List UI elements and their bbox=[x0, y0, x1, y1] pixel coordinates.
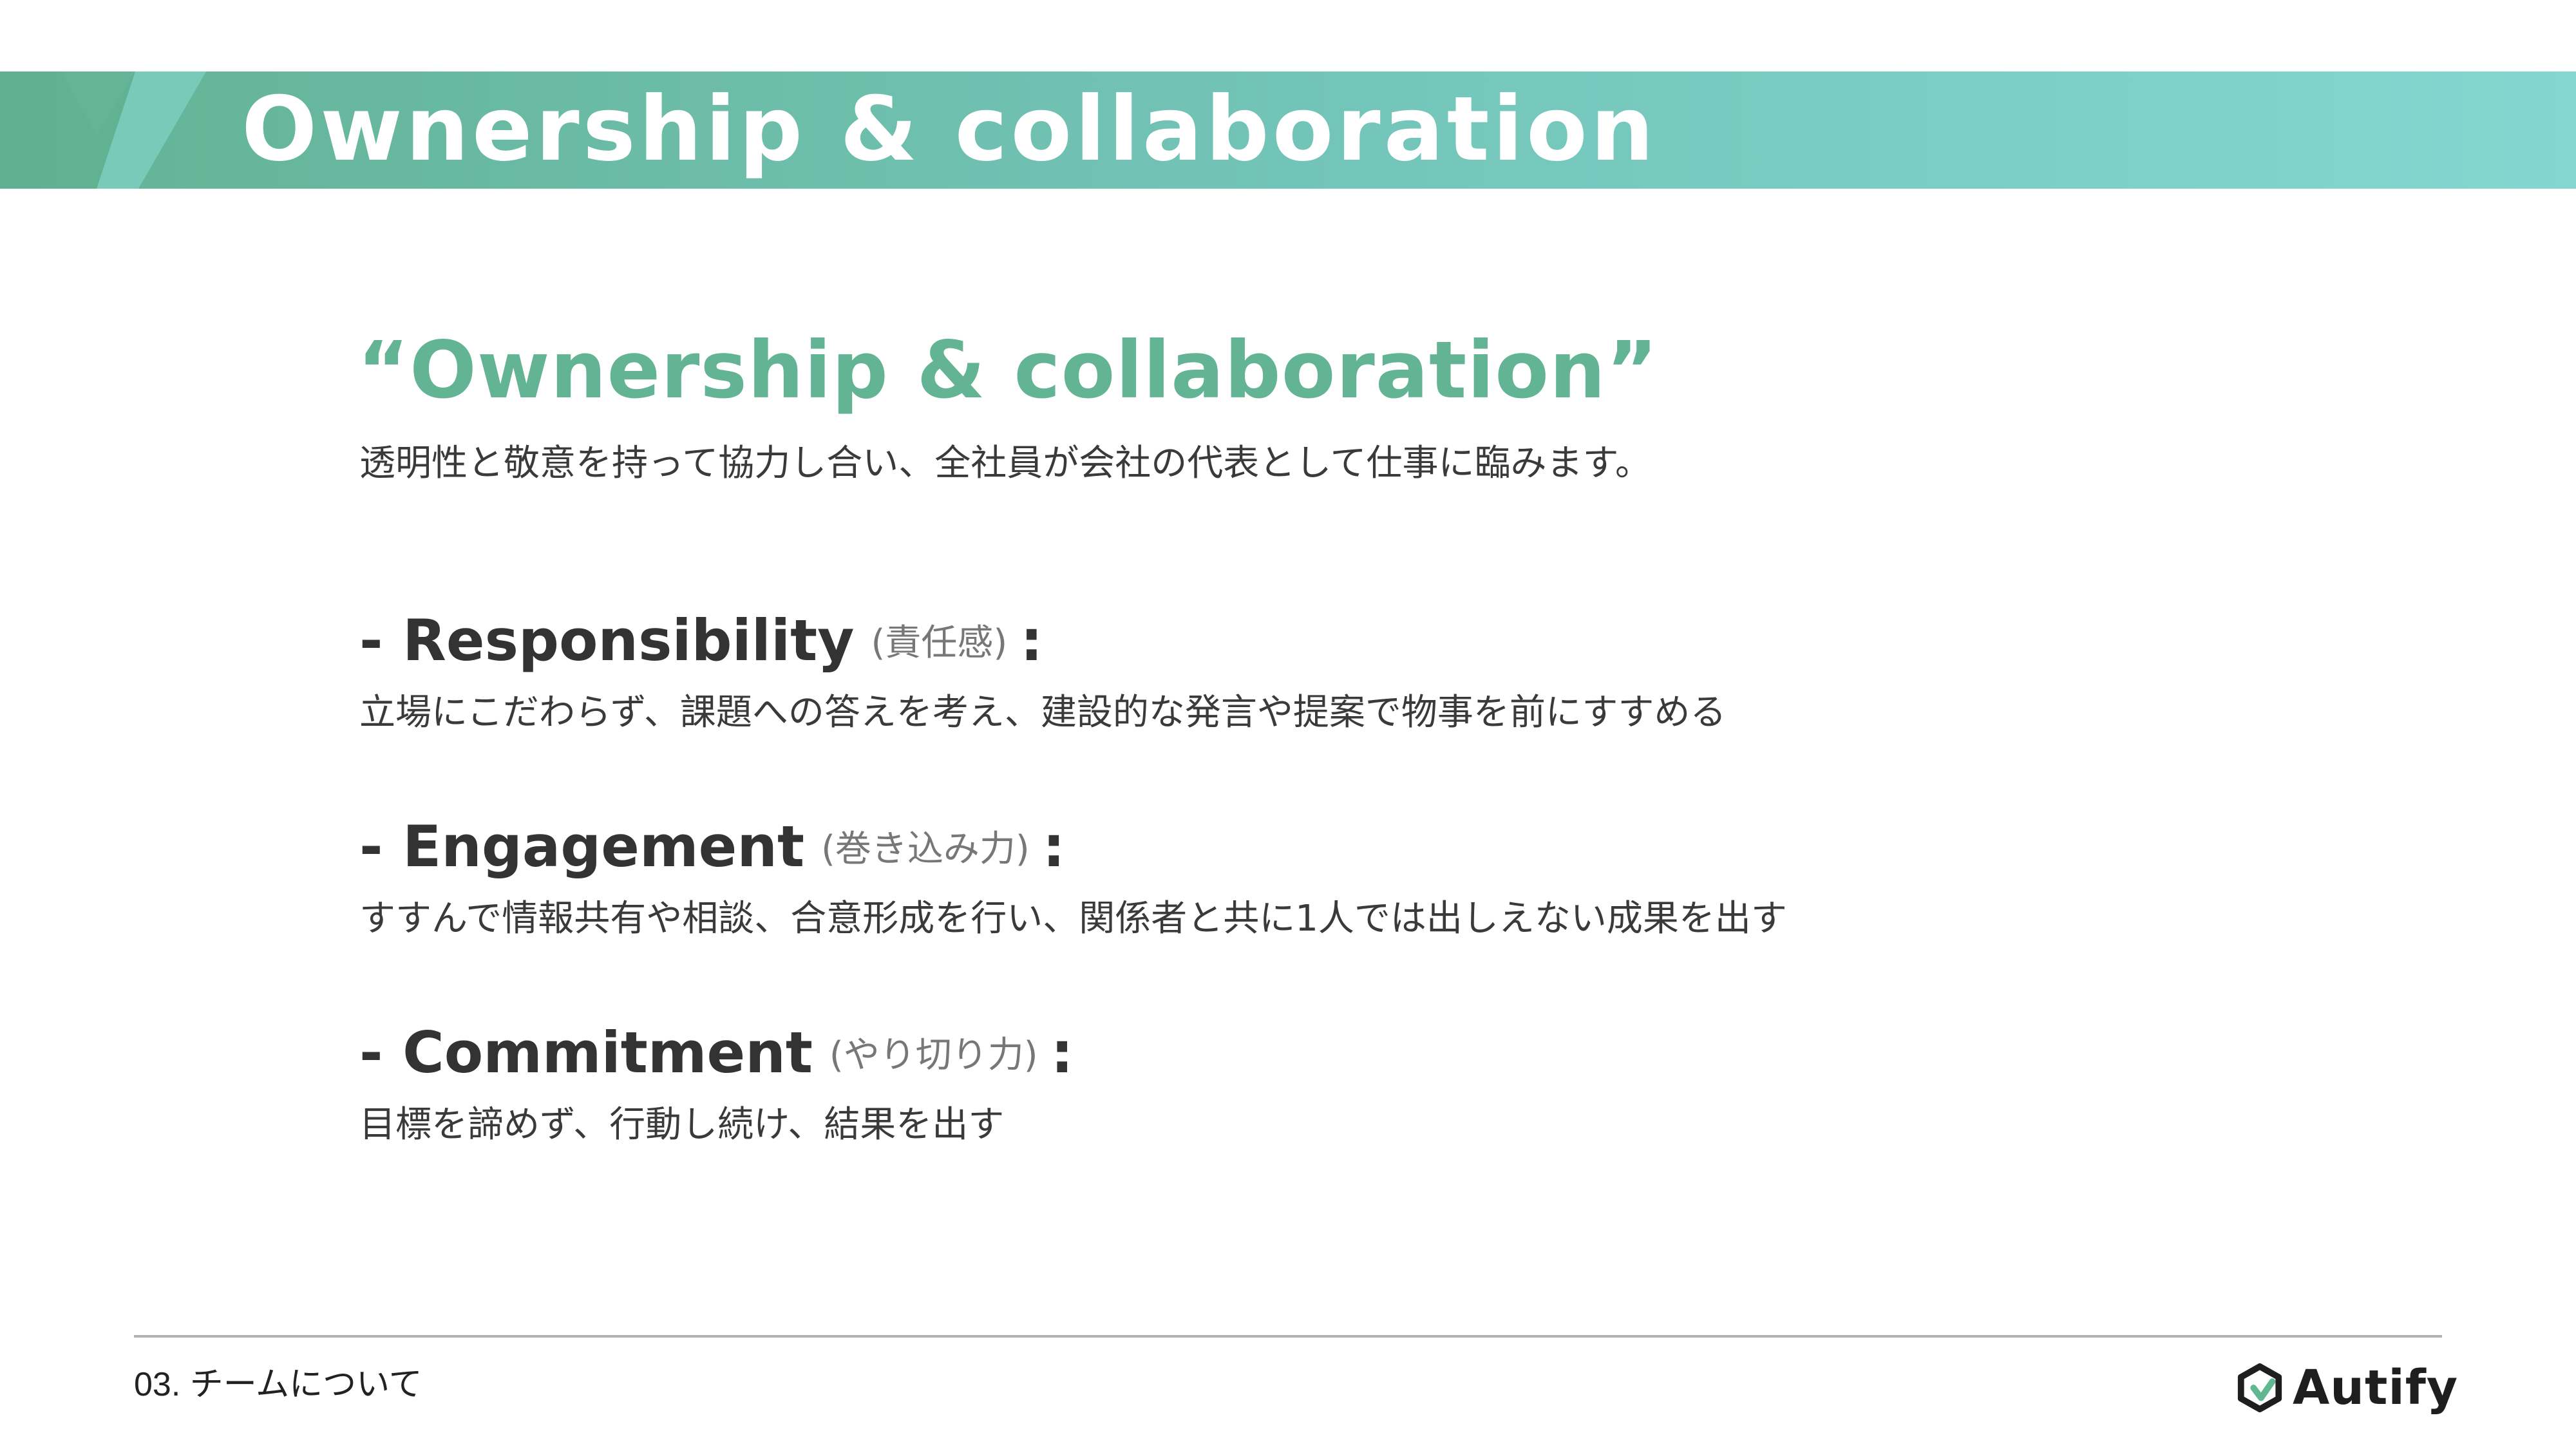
logo-wordmark: Autify bbox=[2293, 1360, 2459, 1416]
value-title: - Engagement bbox=[359, 813, 805, 880]
autify-logo: Autify bbox=[2235, 1356, 2458, 1420]
value-description: 立場にこだわらず、課題への答えを考え、建設的な発言や提案で物事を前にすすめる bbox=[359, 692, 1727, 734]
value-colon: : bbox=[1042, 813, 1065, 880]
footer-divider bbox=[134, 1335, 2442, 1338]
value-subtitle: (巻き込み力) bbox=[821, 828, 1030, 870]
value-colon: : bbox=[1050, 1019, 1074, 1086]
quote-title: “Ownership & collaboration” bbox=[357, 325, 1659, 416]
value-description: 目標を諦めず、行動し続け、結果を出す bbox=[359, 1104, 1005, 1146]
value-subtitle: (やり切り力) bbox=[829, 1034, 1038, 1076]
value-title: - Commitment bbox=[359, 1019, 813, 1086]
value-subtitle: (責任感) bbox=[871, 622, 1008, 664]
title-banner: Ownership & collaboration bbox=[0, 71, 2576, 189]
quote-description: 透明性と敬意を持って協力し合い、全社員が会社の代表として仕事に臨みます。 bbox=[359, 442, 1651, 484]
value-engagement: - Engagement (巻き込み力): すすんで情報共有や相談、合意形成を行い… bbox=[359, 808, 1787, 945]
value-responsibility: - Responsibility (責任感): 立場にこだわらず、課題への答えを考… bbox=[359, 602, 1726, 739]
banner-chevron-decoration bbox=[0, 71, 206, 189]
value-description: すすんで情報共有や相談、合意形成を行い、関係者と共に1人では出しえない成果を出す bbox=[359, 898, 1787, 940]
autify-logo-icon bbox=[2237, 1363, 2282, 1413]
footer-section-label: 03. チームについて bbox=[134, 1366, 422, 1403]
page-title: Ownership & collaboration bbox=[242, 77, 1658, 181]
value-title: - Responsibility bbox=[359, 607, 855, 674]
value-colon: : bbox=[1020, 607, 1043, 674]
value-commitment: - Commitment (やり切り力): 目標を諦めず、行動し続け、結果を出す bbox=[359, 1014, 1074, 1151]
